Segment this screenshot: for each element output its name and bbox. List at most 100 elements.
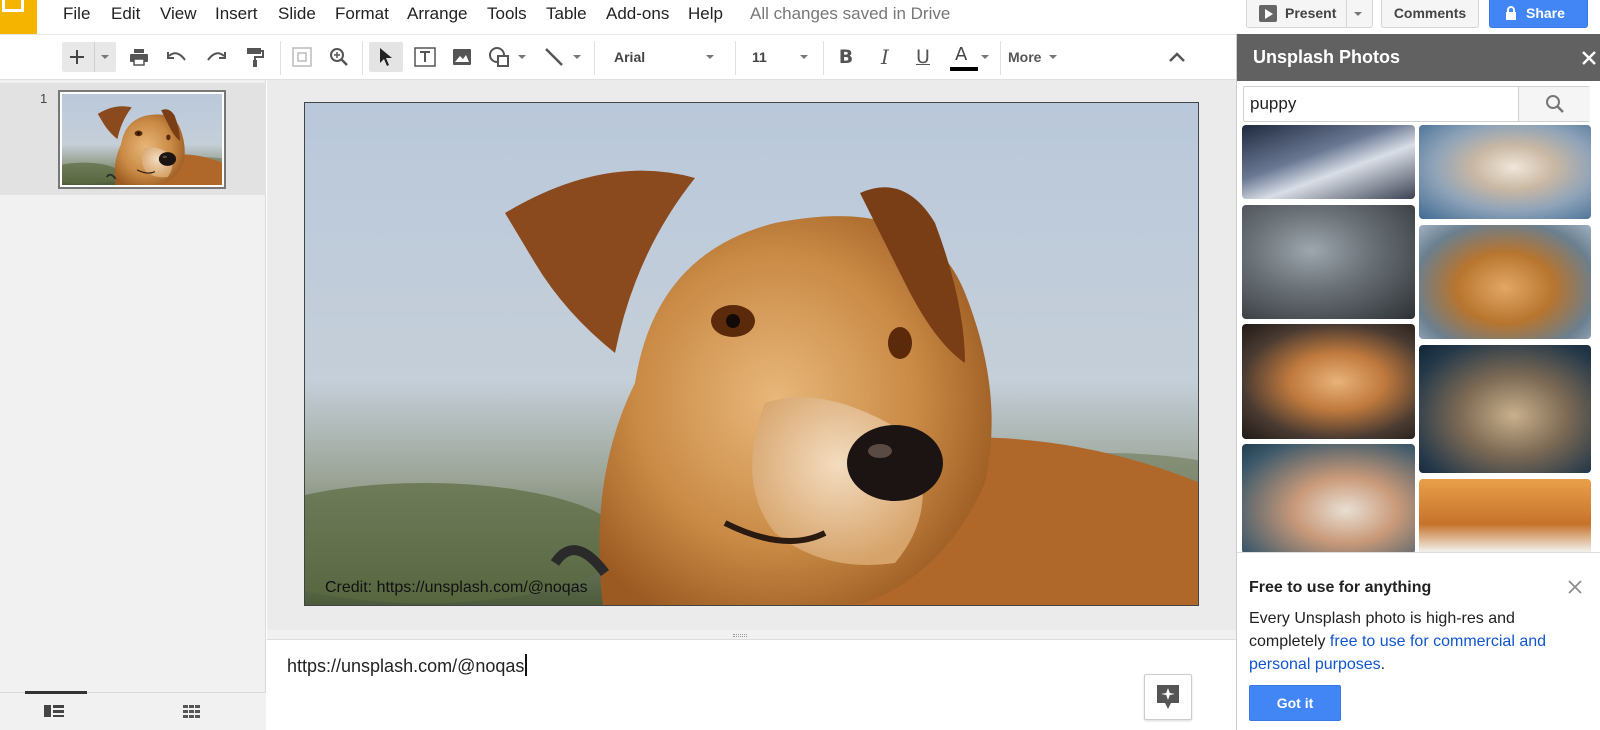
font-size-dropdown-icon [800, 55, 808, 59]
chevron-up-icon [1169, 52, 1185, 62]
speaker-notes-area[interactable]: https://unsplash.com/@noqas [267, 640, 1236, 730]
panel-title: Unsplash Photos [1253, 47, 1401, 67]
zoom-icon [330, 48, 348, 66]
filmstrip-view-controls [0, 691, 266, 730]
photo-result[interactable] [1242, 324, 1415, 439]
menu-addons[interactable]: Add-ons [606, 4, 669, 24]
undo-button[interactable] [162, 42, 192, 72]
line-dropdown-icon[interactable] [573, 55, 581, 59]
photo-search-box [1243, 86, 1590, 122]
notice-body: Every Unsplash photo is high-res and com… [1249, 610, 1547, 673]
photo-result[interactable] [1419, 345, 1591, 473]
zoom-fit-button[interactable] [287, 42, 317, 72]
photo-result[interactable] [1419, 125, 1591, 219]
more-label: More [1008, 49, 1042, 65]
slide[interactable]: Credit: https://unsplash.com/@noqas [304, 102, 1199, 606]
present-button-group: Present [1246, 0, 1373, 28]
notes-resize-handle[interactable] [267, 630, 1236, 640]
line-icon [545, 48, 563, 66]
menu-help[interactable]: Help [688, 4, 723, 24]
slide-thumbnail-row[interactable]: 1 [0, 83, 266, 195]
panel-header: Unsplash Photos [1237, 34, 1600, 81]
toolbar: Arial 11 B I U A More [0, 34, 1236, 80]
notice-title: Free to use for anything [1249, 579, 1432, 596]
present-dropdown-icon[interactable] [1354, 12, 1362, 16]
list-view-icon [44, 705, 64, 717]
speaker-notes-text[interactable]: https://unsplash.com/@noqas [287, 654, 527, 677]
underline-button[interactable]: U [908, 42, 938, 72]
menu-format[interactable]: Format [335, 4, 389, 24]
underline-icon: U [916, 46, 930, 68]
explore-button[interactable] [1144, 674, 1192, 720]
menu-slide[interactable]: Slide [278, 4, 316, 24]
slides-logo-icon[interactable] [0, 0, 37, 34]
image-icon [453, 49, 471, 65]
free-to-use-notice: Free to use for anything Every Unsplash … [1237, 552, 1600, 730]
drag-handle-icon [733, 634, 747, 637]
search-input[interactable] [1244, 87, 1518, 121]
thumbnail-dog-image [60, 93, 224, 187]
comments-button[interactable]: Comments [1381, 0, 1479, 28]
text-color-button[interactable]: A [946, 42, 992, 72]
got-it-button[interactable]: Got it [1249, 685, 1341, 721]
menu-file[interactable]: File [63, 4, 90, 24]
bold-button[interactable]: B [831, 42, 861, 72]
text-box-button[interactable] [410, 42, 440, 72]
slide-thumbnail[interactable] [58, 90, 226, 189]
shape-icon [489, 47, 509, 67]
menu-tools[interactable]: Tools [487, 4, 527, 24]
more-dropdown-icon [1049, 55, 1058, 59]
share-button[interactable]: Share [1489, 0, 1588, 28]
zoom-fit-icon [292, 47, 312, 67]
insert-image-button[interactable] [447, 42, 477, 72]
menu-table[interactable]: Table [546, 4, 587, 24]
close-panel-icon[interactable] [1581, 50, 1597, 66]
slide-canvas[interactable]: Credit: https://unsplash.com/@noqas [267, 80, 1236, 630]
present-button[interactable]: Present [1285, 0, 1336, 26]
font-size-select[interactable]: 11 [744, 42, 816, 72]
shape-button[interactable] [484, 42, 530, 72]
redo-icon [207, 52, 226, 61]
close-notice-icon[interactable] [1567, 579, 1583, 595]
zoom-button[interactable] [324, 42, 354, 72]
photo-result[interactable] [1242, 205, 1415, 319]
select-tool-button[interactable] [369, 42, 403, 72]
grid-view-icon [183, 705, 200, 718]
text-color-icon: A [949, 42, 978, 72]
photo-result[interactable] [1242, 444, 1415, 554]
font-family-select[interactable]: Arial [604, 42, 724, 72]
undo-icon [167, 52, 186, 61]
share-label: Share [1526, 5, 1565, 21]
new-slide-button[interactable] [62, 42, 116, 72]
text-color-dropdown-icon[interactable] [981, 55, 989, 59]
photo-result[interactable] [1419, 225, 1591, 339]
bold-icon: B [838, 46, 854, 68]
more-button[interactable]: More [1008, 42, 1068, 72]
slide-number: 1 [40, 91, 48, 106]
grid-view-button[interactable] [183, 703, 201, 724]
menu-edit[interactable]: Edit [111, 4, 140, 24]
menu-arrange[interactable]: Arrange [407, 4, 467, 24]
slide-credit-text[interactable]: Credit: https://unsplash.com/@noqas [325, 579, 588, 597]
search-button[interactable] [1518, 87, 1590, 121]
line-button[interactable] [538, 42, 586, 72]
print-button[interactable] [124, 42, 154, 72]
menu-view[interactable]: View [160, 4, 197, 24]
paint-format-icon [247, 48, 264, 67]
menu-insert[interactable]: Insert [215, 4, 258, 24]
dog-photo[interactable] [305, 103, 1199, 606]
filmstrip: 1 [0, 80, 266, 730]
photo-results-grid [1237, 125, 1600, 587]
redo-button[interactable] [201, 42, 231, 72]
paint-format-button[interactable] [240, 42, 270, 72]
print-icon [130, 49, 148, 66]
italic-button[interactable]: I [870, 42, 900, 72]
shape-dropdown-icon[interactable] [518, 55, 526, 59]
italic-icon: I [881, 45, 889, 69]
cursor-icon [380, 48, 392, 66]
collapse-toolbar-button[interactable] [1162, 42, 1192, 72]
photo-result[interactable] [1242, 125, 1415, 199]
list-view-button[interactable] [44, 703, 64, 724]
font-size-value: 11 [752, 49, 767, 65]
new-slide-dropdown-icon[interactable] [101, 55, 109, 59]
